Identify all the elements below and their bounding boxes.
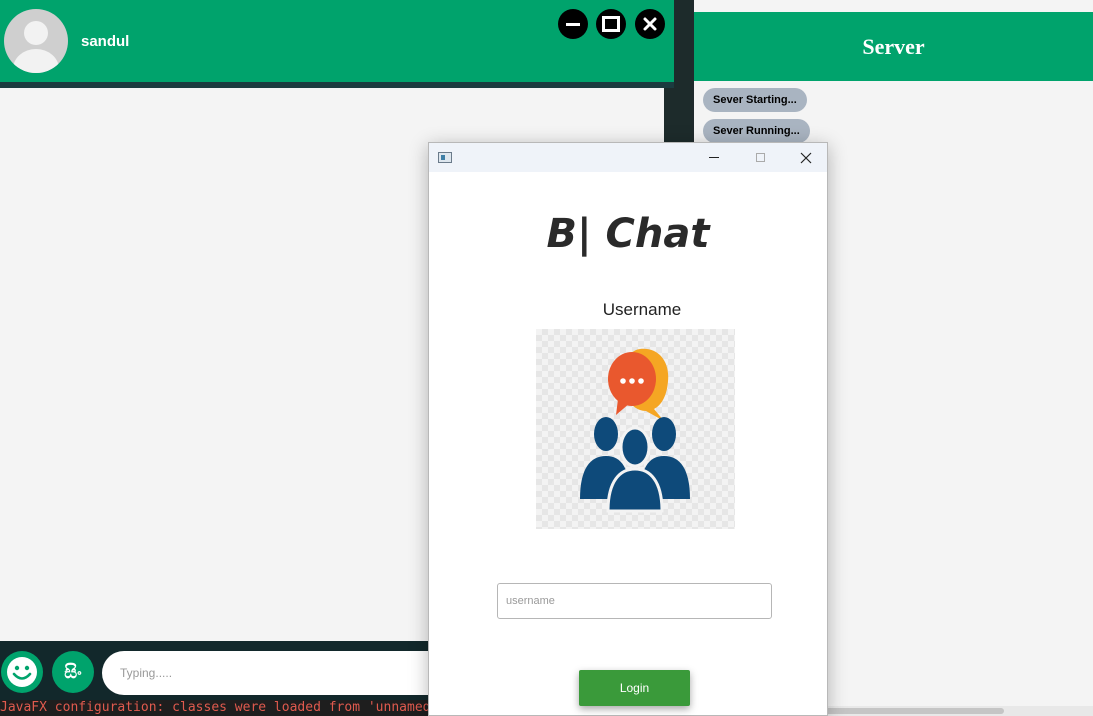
server-status-starting: Sever Starting... (703, 88, 807, 112)
maximize-icon (602, 16, 620, 32)
maximize-icon (755, 153, 765, 162)
chat-group-logo (536, 329, 735, 529)
scrollbar-thumb[interactable] (804, 708, 1004, 714)
login-window: B| Chat Username Login (428, 142, 828, 716)
login-minimize-button[interactable] (691, 143, 737, 172)
app-window-icon (438, 152, 452, 163)
login-titlebar (429, 143, 827, 172)
minimize-icon (566, 22, 580, 26)
sinhala-keyboard-button[interactable]: සිං (52, 651, 94, 693)
server-status-running: Sever Running... (703, 119, 810, 143)
close-icon (643, 17, 657, 31)
chat-header: sandul (0, 0, 674, 82)
login-button[interactable]: Login (579, 670, 690, 706)
app-title: B| Chat (546, 211, 710, 257)
username-input[interactable] (497, 583, 772, 619)
username-label: Username (602, 300, 682, 319)
chat-group-illustration (580, 348, 690, 513)
maximize-button[interactable] (596, 9, 626, 39)
emoji-button[interactable] (1, 651, 43, 693)
server-titlebar (694, 0, 1093, 12)
minimize-icon (709, 157, 719, 158)
server-title: Server (694, 12, 1093, 81)
login-close-button[interactable] (783, 143, 829, 172)
close-icon (800, 152, 812, 163)
message-input[interactable] (102, 651, 462, 695)
avatar-icon (4, 9, 68, 73)
emoji-icon (7, 657, 37, 687)
contact-name: sandul (81, 33, 130, 50)
close-button[interactable] (635, 9, 665, 39)
login-maximize-button[interactable] (737, 143, 783, 172)
minimize-button[interactable] (558, 9, 588, 39)
